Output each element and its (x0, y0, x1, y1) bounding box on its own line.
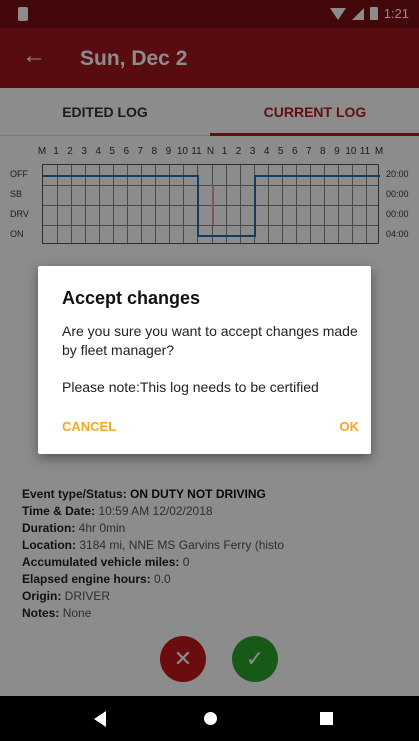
dialog-note: Please note:This log needs to be certifi… (62, 379, 319, 395)
cancel-button[interactable]: CANCEL (62, 419, 116, 434)
system-nav-bar (0, 696, 419, 741)
nav-home-icon[interactable] (204, 712, 217, 725)
accept-changes-dialog: Accept changes Are you sure you want to … (38, 266, 371, 454)
dialog-title: Accept changes (62, 288, 201, 308)
nav-recents-icon[interactable] (320, 712, 333, 725)
ok-button[interactable]: OK (340, 419, 360, 434)
nav-back-icon[interactable] (94, 711, 106, 727)
dialog-message: Are you sure you want to accept changes … (62, 323, 358, 358)
